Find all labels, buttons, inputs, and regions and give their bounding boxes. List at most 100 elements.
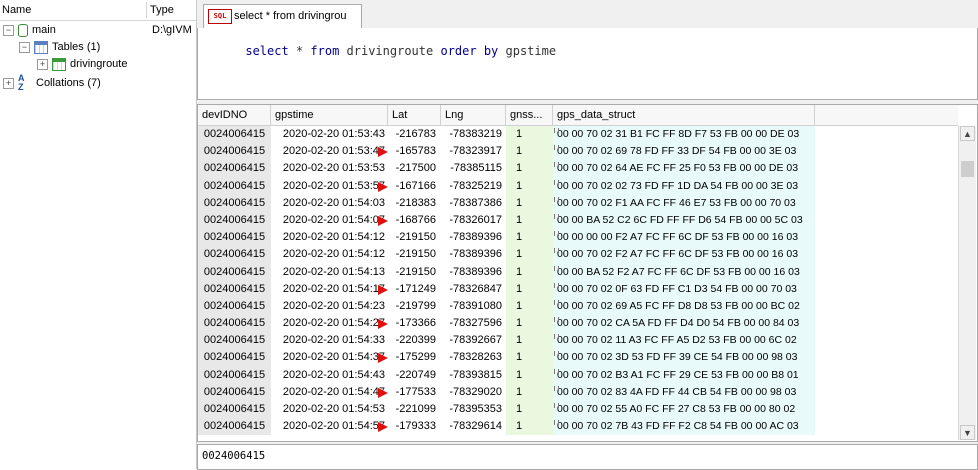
cell-lng[interactable]: -78383219 xyxy=(441,126,506,144)
vertical-scrollbar[interactable]: ▲ ▼ xyxy=(958,126,976,440)
scrollbar-thumb[interactable] xyxy=(961,161,974,177)
cell-devidno[interactable]: 0024006415 xyxy=(198,401,271,419)
cell-lng[interactable]: -78325219 xyxy=(441,177,506,195)
cell-gps-data-struct[interactable]: 00 00 70 02 11 A3 FC FF A5 D2 53 FB 00 0… xyxy=(553,332,815,350)
cell-devidno[interactable]: 0024006415 xyxy=(198,246,271,264)
tree-item-main[interactable]: − main D:\gIVM xyxy=(3,22,193,39)
cell-gpstime[interactable]: 2020-02-20 01:54:27 xyxy=(271,315,388,333)
cell-lat[interactable]: -220749 xyxy=(388,366,441,384)
cell-gnss[interactable]: 1 xyxy=(506,315,553,333)
tab-query[interactable]: SQL select * from drivingrou xyxy=(203,4,362,28)
cell-gnss[interactable]: 1 xyxy=(506,383,553,401)
cell-gpstime[interactable]: 2020-02-20 01:54:13 xyxy=(271,263,388,281)
cell-gpstime[interactable]: 2020-02-20 01:54:33 xyxy=(271,332,388,350)
cell-gnss[interactable]: 1 xyxy=(506,211,553,230)
cell-lat[interactable]: -219799 xyxy=(388,297,441,316)
cell-lng[interactable]: -78326847 xyxy=(441,280,506,298)
cell-gpstime[interactable]: 2020-02-20 01:54:03 xyxy=(271,194,388,212)
cell-gpstime[interactable]: 2020-02-20 01:53:43 xyxy=(271,126,388,144)
cell-devidno[interactable]: 0024006415 xyxy=(198,143,271,161)
sql-query-text[interactable]: select * from drivingroute order by gpst… xyxy=(202,30,556,72)
cell-gnss[interactable]: 1 xyxy=(506,332,553,350)
tree-item-collations[interactable]: + A Z Collations (7) xyxy=(3,74,101,92)
cell-gps-data-struct[interactable]: 00 00 BA 52 C2 6C FD FF FF D6 54 FB 00 0… xyxy=(553,211,815,230)
cell-gnss[interactable]: 1 xyxy=(506,280,553,298)
cell-devidno[interactable]: 0024006415 xyxy=(198,177,271,195)
cell-gnss[interactable]: 1 xyxy=(506,297,553,316)
collapse-icon[interactable]: − xyxy=(19,41,30,53)
cell-lng[interactable]: -78329020 xyxy=(441,383,506,401)
cell-lng[interactable]: -78395353 xyxy=(441,401,506,419)
cell-gps-data-struct[interactable]: 00 00 00 00 F2 A7 FC FF 6C DF 53 FB 00 0… xyxy=(553,229,815,247)
cell-lat[interactable]: -165783 xyxy=(388,143,441,161)
cell-lat[interactable]: -177533 xyxy=(388,383,441,401)
cell-gps-data-struct[interactable]: 00 00 70 02 83 4A FD FF 44 CB 54 FB 00 0… xyxy=(553,383,815,401)
cell-lng[interactable]: -78389396 xyxy=(441,246,506,264)
cell-gpstime[interactable]: 2020-02-20 01:53:47 xyxy=(271,143,388,161)
cell-lat[interactable]: -168766 xyxy=(388,211,441,230)
cell-lat[interactable]: -179333 xyxy=(388,418,441,436)
cell-gps-data-struct[interactable]: 00 00 70 02 7B 43 FD FF F2 C8 54 FB 00 0… xyxy=(553,418,815,436)
column-header-lat[interactable]: Lat xyxy=(388,105,441,125)
expand-icon[interactable]: + xyxy=(37,58,48,70)
scroll-up-icon[interactable]: ▲ xyxy=(960,126,975,141)
cell-lat[interactable]: -167166 xyxy=(388,177,441,195)
expand-icon[interactable]: + xyxy=(3,77,14,89)
cell-gpstime[interactable]: 2020-02-20 01:54:17 xyxy=(271,280,388,298)
tree-item-drivingroute[interactable]: + drivingroute xyxy=(37,56,127,73)
cell-devidno[interactable]: 0024006415 xyxy=(198,418,271,436)
cell-lat[interactable]: -219150 xyxy=(388,229,441,247)
tree-header-name[interactable]: Name xyxy=(2,4,31,16)
cell-lat[interactable]: -217500 xyxy=(388,160,441,178)
collapse-icon[interactable]: − xyxy=(3,24,14,36)
cell-lng[interactable]: -78327596 xyxy=(441,315,506,333)
cell-gps-data-struct[interactable]: 00 00 70 02 B3 A1 FC FF 29 CE 53 FB 00 0… xyxy=(553,366,815,384)
cell-lng[interactable]: -78391080 xyxy=(441,297,506,316)
cell-devidno[interactable]: 0024006415 xyxy=(198,194,271,212)
cell-gps-data-struct[interactable]: 00 00 BA 52 F2 A7 FC FF 6C DF 53 FB 00 0… xyxy=(553,263,815,281)
cell-gpstime[interactable]: 2020-02-20 01:54:07 xyxy=(271,211,388,230)
cell-lat[interactable]: -175299 xyxy=(388,349,441,367)
cell-lng[interactable]: -78387386 xyxy=(441,194,506,212)
cell-gps-data-struct[interactable]: 00 00 70 02 CA 5A FD FF D4 D0 54 FB 00 0… xyxy=(553,315,815,333)
cell-lng[interactable]: -78392667 xyxy=(441,332,506,350)
cell-gps-data-struct[interactable]: 00 00 70 02 F1 AA FC FF 46 E7 53 FB 00 0… xyxy=(553,194,815,212)
cell-gnss[interactable]: 1 xyxy=(506,401,553,419)
column-header-gpstime[interactable]: gpstime xyxy=(271,105,388,125)
cell-gnss[interactable]: 1 xyxy=(506,263,553,281)
cell-gpstime[interactable]: 2020-02-20 01:54:37 xyxy=(271,349,388,367)
cell-gps-data-struct[interactable]: 00 00 70 02 0F 63 FD FF C1 D3 54 FB 00 0… xyxy=(553,280,815,298)
cell-lng[interactable]: -78389396 xyxy=(441,263,506,281)
column-header-devidno[interactable]: devIDNO xyxy=(198,105,271,125)
column-header-gnss[interactable]: gnss... xyxy=(506,105,553,125)
cell-gpstime[interactable]: 2020-02-20 01:54:57 xyxy=(271,418,388,436)
cell-gps-data-struct[interactable]: 00 00 70 02 69 A5 FC FF D8 D8 53 FB 00 0… xyxy=(553,297,815,316)
cell-lng[interactable]: -78326017 xyxy=(441,211,506,230)
cell-gnss[interactable]: 1 xyxy=(506,160,553,178)
cell-lat[interactable]: -219150 xyxy=(388,263,441,281)
cell-devidno[interactable]: 0024006415 xyxy=(198,280,271,298)
cell-devidno[interactable]: 0024006415 xyxy=(198,229,271,247)
cell-lng[interactable]: -78385115 xyxy=(441,160,506,178)
cell-lat[interactable]: -171249 xyxy=(388,280,441,298)
cell-devidno[interactable]: 0024006415 xyxy=(198,383,271,401)
cell-lat[interactable]: -216783 xyxy=(388,126,441,144)
cell-gps-data-struct[interactable]: 00 00 70 02 69 78 FD FF 33 DF 54 FB 00 0… xyxy=(553,143,815,161)
sql-editor[interactable]: select * from drivingroute order by gpst… xyxy=(197,28,978,100)
cell-gpstime[interactable]: 2020-02-20 01:53:53 xyxy=(271,160,388,178)
scroll-down-icon[interactable]: ▼ xyxy=(960,425,975,440)
cell-gnss[interactable]: 1 xyxy=(506,366,553,384)
tree-item-tables[interactable]: − Tables (1) xyxy=(19,39,100,56)
cell-devidno[interactable]: 0024006415 xyxy=(198,366,271,384)
cell-gpstime[interactable]: 2020-02-20 01:53:57 xyxy=(271,177,388,195)
cell-devidno[interactable]: 0024006415 xyxy=(198,315,271,333)
cell-devidno[interactable]: 0024006415 xyxy=(198,349,271,367)
cell-gnss[interactable]: 1 xyxy=(506,229,553,247)
cell-gpstime[interactable]: 2020-02-20 01:54:12 xyxy=(271,229,388,247)
cell-lng[interactable]: -78323917 xyxy=(441,143,506,161)
header-divider[interactable] xyxy=(146,2,147,18)
cell-devidno[interactable]: 0024006415 xyxy=(198,332,271,350)
cell-lat[interactable]: -220399 xyxy=(388,332,441,350)
cell-gpstime[interactable]: 2020-02-20 01:54:53 xyxy=(271,401,388,419)
cell-gnss[interactable]: 1 xyxy=(506,418,553,436)
